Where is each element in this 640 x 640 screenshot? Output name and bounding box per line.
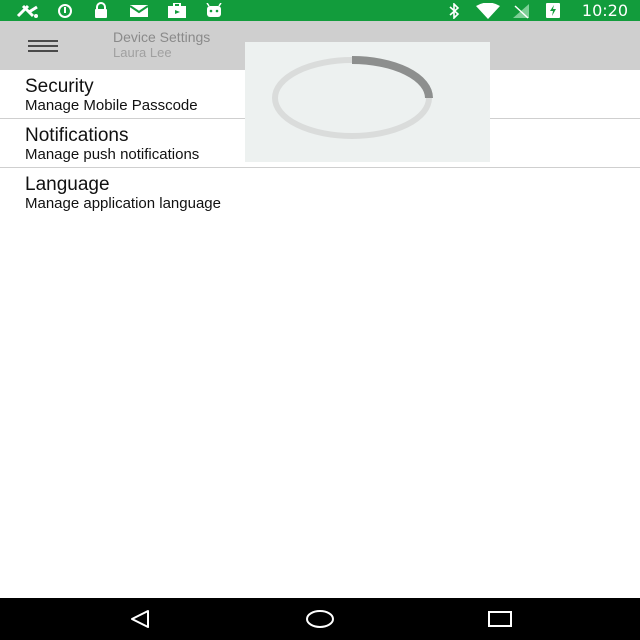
settings-item-title: Security — [25, 76, 94, 97]
mail-icon — [128, 2, 150, 19]
battery-charging-icon — [544, 2, 562, 19]
wifi-icon — [474, 2, 502, 19]
settings-item-subtitle: Manage Mobile Passcode — [25, 97, 198, 114]
spinner-arc — [351, 56, 433, 99]
loading-spinner — [272, 56, 433, 139]
back-icon[interactable] — [124, 606, 156, 632]
page-title: Device Settings — [113, 29, 211, 45]
settings-item-title: Notifications — [25, 125, 129, 146]
navigation-bar — [0, 598, 640, 640]
satellite-icon — [14, 2, 42, 19]
settings-item-language[interactable]: Language Manage application language — [0, 168, 640, 217]
briefcase-icon — [166, 2, 188, 19]
android-icon — [204, 2, 224, 19]
loading-dialog — [245, 42, 490, 162]
lock-icon — [92, 2, 110, 19]
settings-item-subtitle: Manage application language — [25, 195, 221, 212]
settings-item-subtitle: Manage push notifications — [25, 146, 200, 163]
sync-icon — [56, 2, 74, 19]
hamburger-icon[interactable] — [24, 33, 64, 59]
home-icon[interactable] — [304, 606, 336, 632]
bluetooth-icon — [446, 2, 462, 19]
status-time: 10:20 — [581, 1, 628, 20]
recents-icon[interactable] — [484, 606, 516, 632]
status-bar: 10:20 — [0, 0, 640, 21]
settings-item-title: Language — [25, 174, 110, 195]
account-name: Laura Lee — [113, 45, 172, 60]
signal-icon — [510, 2, 532, 19]
